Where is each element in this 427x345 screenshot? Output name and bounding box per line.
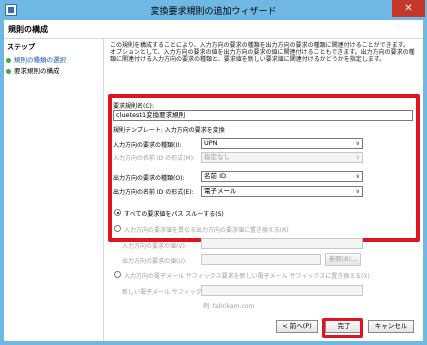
incoming-value-input[interactable] bbox=[201, 238, 363, 249]
browse-button[interactable]: 参照(B)... bbox=[325, 253, 361, 266]
outgoing-value-input[interactable] bbox=[201, 254, 321, 265]
incoming-value-label: 入力方向の要求の値(V): bbox=[122, 243, 187, 250]
finish-highlight-box bbox=[322, 318, 363, 338]
page-header: 規則の構成 bbox=[4, 20, 423, 39]
main-pane: この規則を構成することにより、入力方向の要求の種類を出力方向の要求の種類に関連付… bbox=[105, 39, 423, 341]
close-button[interactable]: ✕ bbox=[392, 0, 425, 17]
description-text: この規則を構成することにより、入力方向の要求の種類を出力方向の要求の種類に関連付… bbox=[110, 42, 415, 64]
client-area: 規則の構成 ステップ 規則の種類の選択 要求規則の構成 この規則を構成することに… bbox=[4, 20, 423, 341]
steps-label: ステップ bbox=[7, 43, 35, 51]
step-item-select-rule-type[interactable]: 規則の種類の選択 bbox=[6, 54, 66, 64]
new-suffix-input[interactable] bbox=[201, 285, 363, 296]
step-current-icon bbox=[6, 68, 11, 74]
cancel-button[interactable]: キャンセル bbox=[368, 320, 414, 333]
replace-suffix-radio[interactable] bbox=[114, 271, 121, 278]
step-complete-icon bbox=[6, 57, 11, 63]
wizard-window: 変換要求規則の追加ウィザード ✕ 規則の構成 ステップ 規則の種類の選択 要求規… bbox=[0, 0, 427, 345]
title-bar: 変換要求規則の追加ウィザード ✕ bbox=[0, 0, 427, 20]
example-text: 例: fabrikam.com bbox=[203, 303, 255, 310]
step-label: 規則の種類の選択 bbox=[14, 56, 66, 64]
replace-value-label: 入力方向の要求値を異なる出力方向の要求値に置き換える(R) bbox=[124, 227, 289, 234]
outgoing-value-label: 出力方向の要求の値(U): bbox=[122, 258, 188, 265]
highlight-box bbox=[108, 94, 420, 242]
step-item-configure-rule[interactable]: 要求規則の構成 bbox=[6, 65, 60, 75]
steps-pane: ステップ 規則の種類の選択 要求規則の構成 bbox=[4, 39, 104, 341]
replace-suffix-label: 入力方向の電子メール サフィックス要求を新しい電子メール サフィックスに置き換え… bbox=[124, 273, 370, 280]
back-button[interactable]: < 前へ(P) bbox=[276, 320, 318, 333]
window-title: 変換要求規則の追加ウィザード bbox=[150, 7, 277, 17]
replace-value-radio[interactable] bbox=[114, 225, 121, 232]
step-label: 要求規則の構成 bbox=[14, 67, 60, 75]
page-title: 規則の構成 bbox=[8, 25, 48, 34]
